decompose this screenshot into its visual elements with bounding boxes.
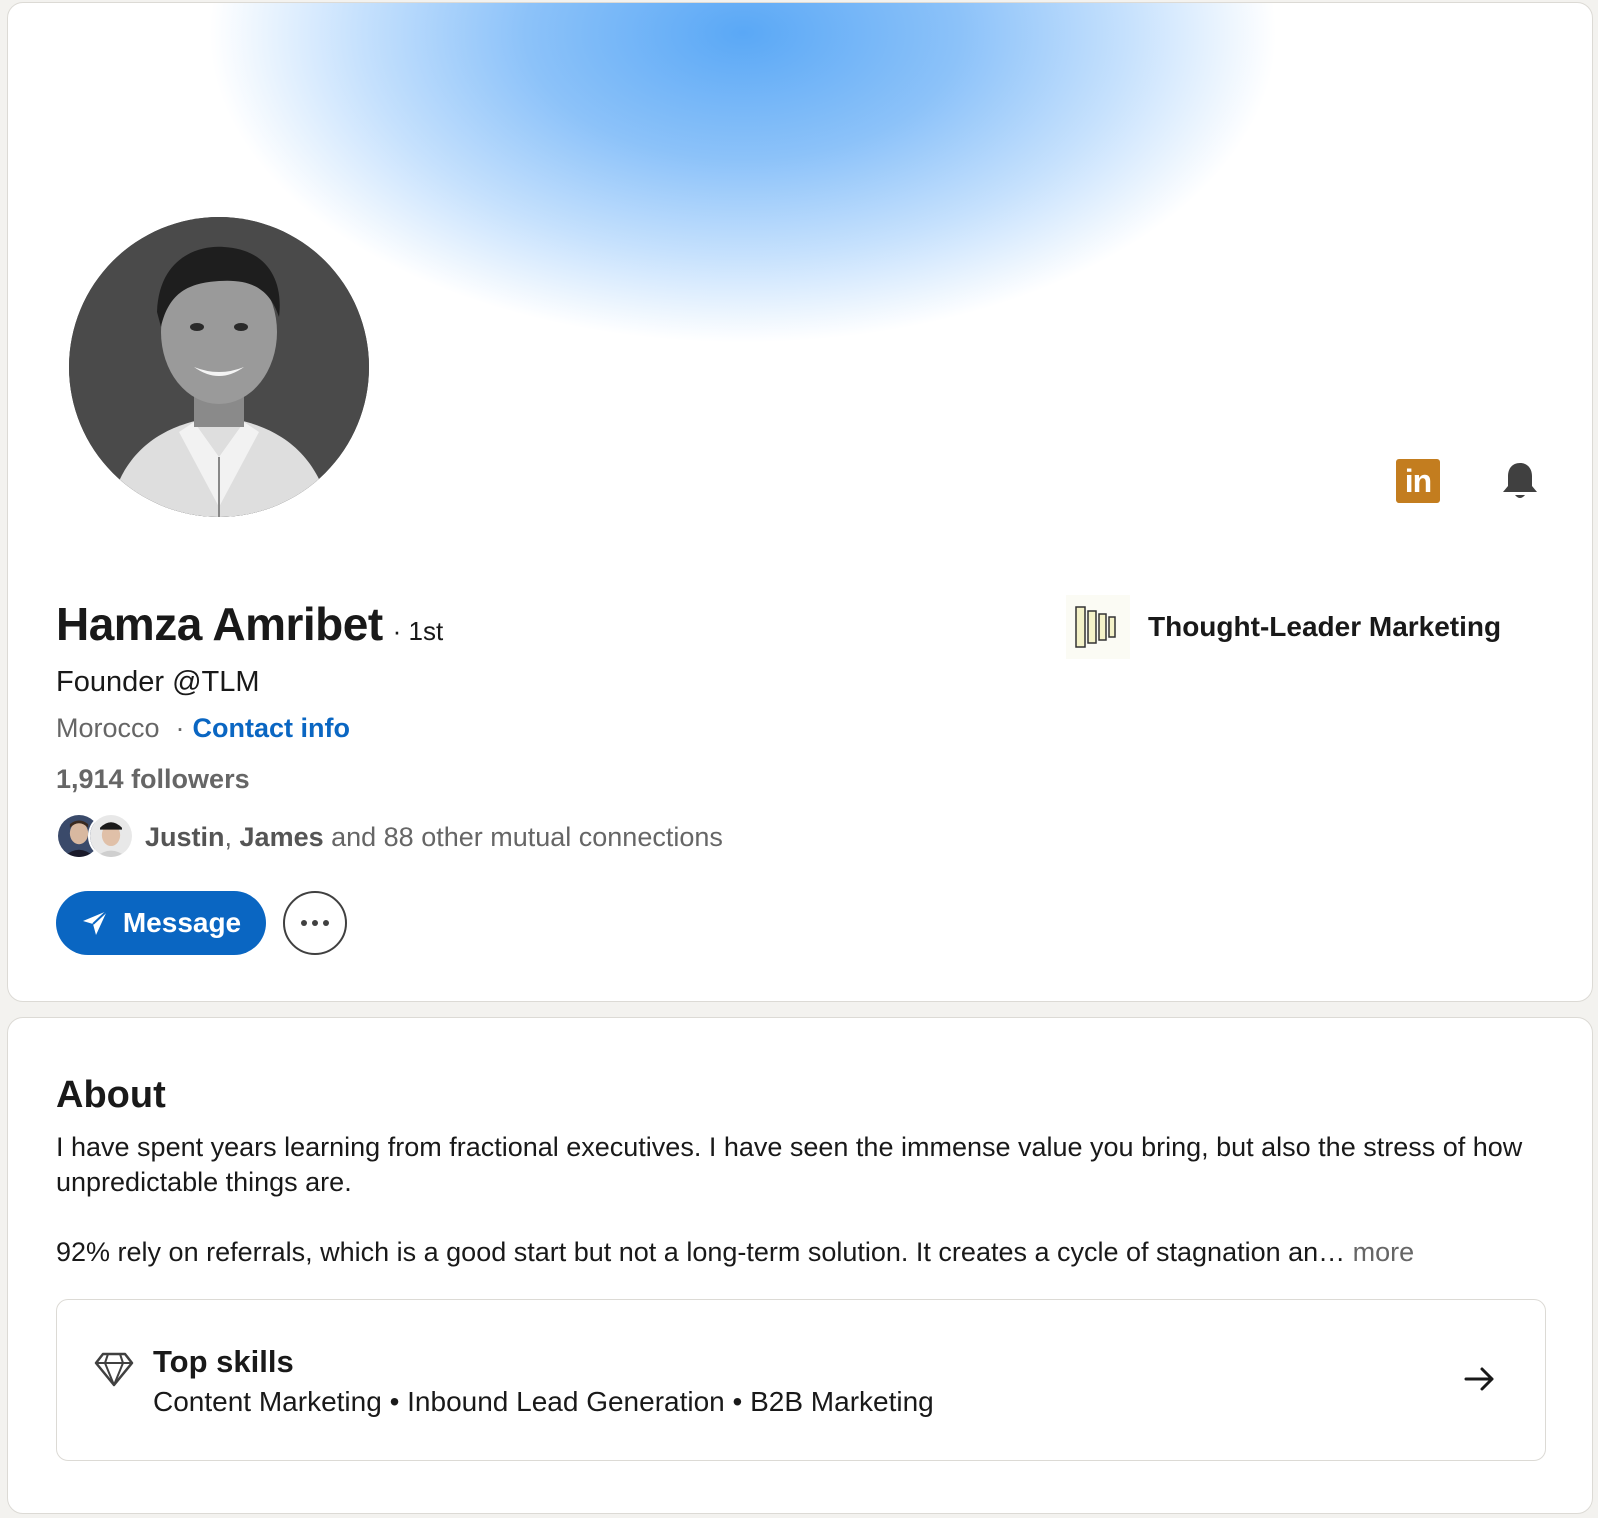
mutual-connections[interactable]: Justin, James and 88 other mutual connec… [56, 813, 723, 861]
mutual-connections-text: Justin, James and 88 other mutual connec… [145, 821, 723, 852]
about-paragraph-1: I have spent years learning from fractio… [56, 1132, 1523, 1197]
name-row: Hamza Amribet · 1st [56, 597, 443, 651]
connection-degree: · 1st [392, 616, 444, 646]
arrow-right-icon[interactable] [1463, 1362, 1497, 1396]
profile-avatar[interactable] [63, 211, 375, 523]
see-more-link[interactable]: more [1345, 1237, 1415, 1267]
linkedin-icon[interactable]: in [1396, 459, 1440, 503]
profile-actions: Message [56, 891, 347, 955]
top-skills-box[interactable]: Top skills Content Marketing • Inbound L… [56, 1299, 1546, 1461]
about-paragraph-2: 92% rely on referrals, which is a good s… [56, 1237, 1415, 1267]
location-separator: · [175, 713, 185, 743]
top-skills-title: Top skills [153, 1344, 294, 1379]
contact-info-link[interactable]: Contact info [193, 713, 350, 744]
profile-photo [69, 217, 369, 517]
bell-icon[interactable] [1498, 459, 1542, 503]
diamond-icon [94, 1352, 134, 1387]
more-icon [301, 920, 329, 926]
about-card: About I have spent years learning from f… [7, 1017, 1593, 1514]
top-skills-list: Content Marketing • Inbound Lead Generat… [153, 1386, 934, 1417]
profile-card: in Hamza Amribet · 1st Founder @TLM Moro… [7, 2, 1593, 1002]
mutual-avatar [88, 813, 134, 859]
profile-location: Morocco [56, 713, 160, 743]
about-title: About [56, 1074, 166, 1116]
company-logo [1066, 595, 1130, 659]
more-actions-button[interactable] [283, 891, 347, 955]
message-button[interactable]: Message [56, 891, 266, 955]
current-company[interactable]: Thought-Leader Marketing [1066, 595, 1501, 659]
about-text: I have spent years learning from fractio… [56, 1130, 1536, 1305]
location-row: Morocco · Contact info [56, 713, 350, 744]
send-icon [82, 910, 108, 935]
profile-name: Hamza Amribet [56, 598, 383, 650]
profile-headline: Founder @TLM [56, 666, 260, 698]
message-button-label: Message [122, 907, 242, 938]
followers-count[interactable]: 1,914 followers [56, 764, 250, 795]
company-name: Thought-Leader Marketing [1148, 611, 1502, 642]
